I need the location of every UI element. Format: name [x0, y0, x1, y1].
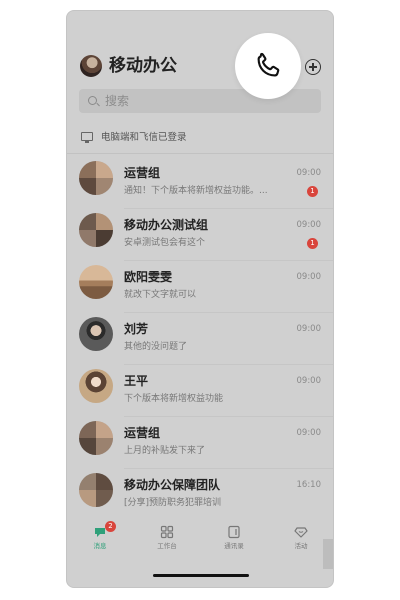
home-indicator	[153, 574, 249, 577]
tab-activity[interactable]: 活动	[276, 525, 326, 550]
page-title: 移动办公	[109, 56, 177, 76]
chat-message: 下个版本将新增权益功能	[124, 394, 224, 404]
chat-name: 移动办公保障团队	[124, 478, 221, 492]
chat-time: 09:00	[296, 272, 322, 282]
chat-name: 欧阳雯雯	[124, 270, 173, 284]
tab-label: 消息	[93, 542, 107, 550]
chat-time: 09:00	[296, 376, 322, 386]
phone-screen: 移动办公 搜索 电脑端和飞信已登录 运营组 通知！下个版本将新增权益功能。...…	[66, 10, 334, 588]
unread-badge: 1	[307, 238, 318, 249]
chat-message: 就改下文字就可以	[124, 290, 197, 300]
tab-messages[interactable]: 消息 2	[75, 521, 125, 550]
activity-tab-icon	[294, 527, 308, 538]
computer-icon	[81, 132, 93, 143]
chat-time: 09:00	[296, 220, 322, 230]
tab-contacts[interactable]: 通讯录	[209, 525, 259, 550]
chat-message: 安卓测试包会有这个	[124, 238, 206, 248]
chat-name: 刘芳	[124, 322, 149, 336]
call-button[interactable]	[235, 33, 301, 99]
tab-label: 通讯录	[224, 542, 244, 550]
group-avatar	[79, 213, 113, 247]
avatar	[79, 265, 113, 299]
avatar[interactable]	[80, 55, 102, 77]
chat-message: 其他的没问题了	[124, 342, 188, 352]
tab-bar: 消息 2 工作台 通讯录 活动	[67, 517, 333, 563]
chat-message: 通知！下个版本将新增权益功能。...	[124, 186, 268, 196]
chat-name: 运营组	[124, 426, 161, 440]
group-avatar	[79, 421, 113, 455]
tab-label: 工作台	[157, 542, 177, 550]
search-icon	[88, 96, 97, 105]
list-item[interactable]: 刘芳 其他的没问题了 09:00	[67, 313, 333, 365]
list-item[interactable]: 运营组 通知！下个版本将新增权益功能。... 09:00 1	[67, 157, 333, 209]
list-item[interactable]: 王平 下个版本将新增权益功能 09:00	[67, 365, 333, 417]
workbench-tab-icon	[160, 525, 174, 539]
list-item[interactable]: 移动办公测试组 安卓测试包会有这个 09:00 1	[67, 209, 333, 261]
unread-badge: 1	[307, 186, 318, 197]
tab-workbench[interactable]: 工作台	[142, 525, 192, 550]
login-notice-text: 电脑端和飞信已登录	[101, 132, 187, 143]
chat-message: 上月的补贴发下来了	[124, 446, 206, 456]
unread-badge: 2	[105, 521, 116, 532]
chat-time: 16:10	[296, 480, 322, 490]
group-avatar	[79, 473, 113, 507]
tab-label: 活动	[294, 542, 308, 550]
phone-icon	[257, 52, 280, 77]
search-placeholder: 搜索	[105, 94, 130, 108]
group-avatar	[79, 161, 113, 195]
chat-time: 09:00	[296, 324, 322, 334]
chat-name: 运营组	[124, 166, 161, 180]
avatar	[79, 317, 113, 351]
avatar	[79, 369, 113, 403]
add-circle-icon[interactable]	[305, 59, 321, 75]
list-item[interactable]: 运营组 上月的补贴发下来了 09:00	[67, 417, 333, 469]
list-item[interactable]: 移动办公保障团队 [分享]预防职务犯罪培训 16:10	[67, 469, 333, 521]
login-notice[interactable]: 电脑端和飞信已登录	[79, 129, 319, 147]
chat-name: 王平	[124, 374, 149, 388]
chat-name: 移动办公测试组	[124, 218, 209, 232]
chat-message: [分享]预防职务犯罪培训	[124, 498, 222, 508]
chat-time: 09:00	[296, 428, 322, 438]
contacts-tab-icon	[228, 525, 240, 539]
list-item[interactable]: 欧阳雯雯 就改下文字就可以 09:00	[67, 261, 333, 313]
chat-time: 09:00	[296, 168, 322, 178]
divider	[67, 153, 333, 154]
